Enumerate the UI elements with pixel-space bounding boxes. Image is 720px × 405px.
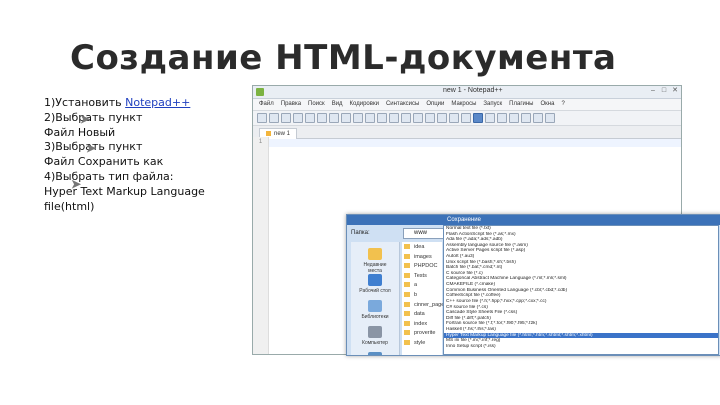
place-label: Рабочий стол — [359, 288, 391, 294]
place-item[interactable]: Библиотеки — [359, 300, 391, 320]
place-icon — [368, 352, 382, 355]
file-item[interactable]: proverite — [404, 330, 435, 336]
undo-icon[interactable] — [365, 113, 375, 123]
menu-item[interactable]: Опции — [426, 99, 444, 110]
new-file-icon[interactable] — [257, 113, 267, 123]
open-file-icon[interactable] — [269, 113, 279, 123]
place-icon — [368, 326, 382, 338]
current-line — [269, 139, 681, 147]
paste-icon[interactable] — [353, 113, 363, 123]
place-icon — [368, 300, 382, 312]
file-item[interactable]: style — [404, 340, 425, 346]
file-item[interactable]: b — [404, 292, 417, 298]
step-3: 3)Выбрать пункт — [44, 140, 143, 154]
place-icon — [368, 274, 382, 286]
wrap-icon[interactable] — [449, 113, 459, 123]
file-type-dropdown[interactable]: Normal text file (*.txt) Flash ActionScri… — [443, 225, 719, 355]
redo-icon[interactable] — [377, 113, 387, 123]
zoom-out-icon[interactable] — [425, 113, 435, 123]
highlighted-tool-icon[interactable] — [473, 113, 483, 123]
place-item[interactable]: Компьютер — [359, 326, 391, 346]
window-title: new 1 - Notepad++ — [443, 87, 503, 94]
macro-record-icon[interactable] — [485, 113, 495, 123]
menu-item[interactable]: Правка — [281, 99, 301, 110]
step-1: 1)Установить Notepad++ — [44, 96, 249, 111]
macro-stop-icon[interactable] — [497, 113, 507, 123]
copy-icon[interactable] — [341, 113, 351, 123]
arrow-icon: ➤ — [80, 112, 91, 126]
place-label: Недавние места — [363, 262, 387, 274]
indent-guide-icon[interactable] — [461, 113, 471, 123]
spellcheck-icon[interactable] — [545, 113, 555, 123]
save-dialog: Сохранение Папка: www Недавние места Рабо… — [346, 214, 720, 356]
zoom-in-icon[interactable] — [413, 113, 423, 123]
notepad-link[interactable]: Notepad++ — [125, 96, 190, 109]
step-3-path: Файл Сохранить как — [44, 155, 164, 169]
step-2: 2)Выбрать пункт — [44, 110, 143, 124]
macro-save-icon[interactable] — [533, 113, 543, 123]
steps-list: 1)Установить Notepad++ 2)Выбрать пункт Ф… — [44, 96, 249, 214]
macro-run-icon[interactable] — [521, 113, 531, 123]
places-bar: Недавние места Рабочий стол Библиотеки Комп… — [351, 242, 400, 355]
menu-item[interactable]: ? — [561, 99, 564, 110]
menu-item[interactable]: Окна — [541, 99, 555, 110]
step-2-path: Файл Новый — [44, 125, 116, 139]
toolbar — [253, 111, 681, 126]
replace-icon[interactable] — [401, 113, 411, 123]
maximize-icon[interactable]: □ — [660, 87, 668, 95]
find-icon[interactable] — [389, 113, 399, 123]
file-item[interactable]: data — [404, 311, 425, 317]
menu-item[interactable]: Файл — [259, 99, 274, 110]
sync-icon[interactable] — [437, 113, 447, 123]
menu-item[interactable]: Синтаксисы — [386, 99, 419, 110]
menu-bar: Файл Правка Поиск Вид Кодировки Синтаксисы Опц… — [253, 99, 681, 111]
file-list: idea images PHPDOC Tests a b cinner_pagedata in… — [402, 242, 444, 355]
dialog-title: Сохранение — [347, 215, 720, 225]
slide-title: Создание HTML-документа — [70, 38, 617, 78]
menu-item[interactable]: Поиск — [308, 99, 325, 110]
macro-play-icon[interactable] — [509, 113, 519, 123]
notepad-app-icon — [256, 88, 264, 96]
minimize-icon[interactable]: – — [649, 87, 657, 95]
menu-item[interactable]: Запуск — [483, 99, 502, 110]
file-item[interactable]: PHPDOC — [404, 263, 438, 269]
folder-label: Папка: — [351, 230, 370, 236]
place-icon — [368, 248, 382, 260]
arrow-icon: ➤ — [86, 141, 97, 155]
file-item[interactable]: Tests — [404, 273, 427, 279]
menu-item[interactable]: Вид — [332, 99, 343, 110]
step-1-text: 1)Установить — [44, 96, 126, 109]
menu-item[interactable]: Макросы — [451, 99, 476, 110]
file-item[interactable]: images — [404, 254, 432, 260]
arrow-icon: ➤ — [71, 177, 82, 191]
place-item[interactable]: Недавние места — [359, 248, 391, 274]
file-item[interactable]: index — [404, 321, 427, 327]
step-4-type-cont: file(html) — [44, 199, 95, 213]
cut-icon[interactable] — [329, 113, 339, 123]
close-icon[interactable]: ✕ — [671, 87, 679, 95]
place-label: Библиотеки — [361, 314, 389, 320]
file-item[interactable]: idea — [404, 244, 424, 250]
file-type-option[interactable]: Inno Setup script (*.iss) — [444, 344, 718, 350]
line-number: 1 — [258, 139, 263, 145]
line-numbers: 1 — [253, 137, 269, 354]
place-item[interactable]: Сеть — [359, 352, 391, 355]
file-item[interactable]: cinner_page — [404, 302, 444, 308]
close-file-icon[interactable] — [305, 113, 315, 123]
file-item[interactable]: a — [404, 282, 417, 288]
menu-item[interactable]: Кодировки — [350, 99, 379, 110]
save-all-icon[interactable] — [293, 113, 303, 123]
place-label: Компьютер — [362, 340, 388, 346]
save-icon[interactable] — [281, 113, 291, 123]
place-item[interactable]: Рабочий стол — [359, 274, 391, 294]
window-titlebar: new 1 - Notepad++ – □ ✕ — [253, 86, 681, 99]
print-icon[interactable] — [317, 113, 327, 123]
menu-item[interactable]: Плагины — [509, 99, 533, 110]
